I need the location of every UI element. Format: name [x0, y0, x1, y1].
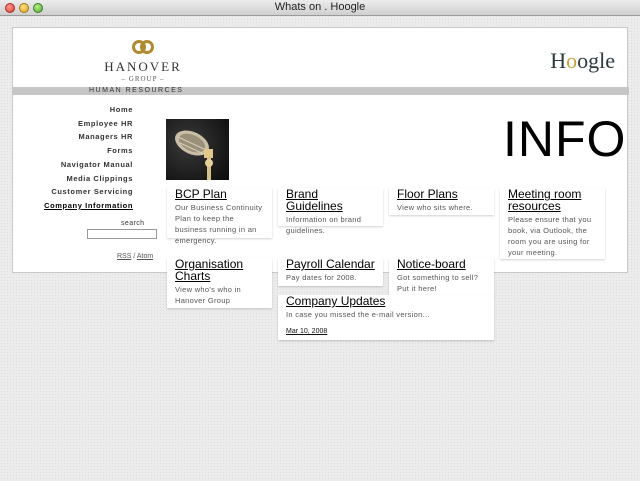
search-input[interactable]	[87, 229, 157, 239]
nav-item-company-information[interactable]: Company Information	[13, 199, 133, 213]
atom-link[interactable]: Atom	[137, 253, 153, 260]
card-notice-board[interactable]: Notice-board Got something to sell? Put …	[389, 258, 494, 297]
card-title[interactable]: Brand Guidelines	[286, 188, 375, 212]
card-meeting-room-resources[interactable]: Meeting room resources Please ensure tha…	[500, 188, 605, 259]
hanover-logo[interactable]: HANOVER – GROUP –	[98, 40, 188, 83]
card-payroll-calendar[interactable]: Payroll Calendar Pay dates for 2008.	[278, 258, 383, 286]
card-title[interactable]: Notice-board	[397, 258, 486, 270]
section-label: HUMAN RESOURCES	[89, 87, 184, 94]
feed-links: RSS / Atom	[117, 253, 153, 260]
nav-item-forms[interactable]: Forms	[13, 144, 133, 158]
rss-link[interactable]: RSS	[117, 253, 131, 260]
card-title[interactable]: Meeting room resources	[508, 188, 597, 212]
microphone-photo	[166, 119, 229, 180]
card-desc: Pay dates for 2008.	[286, 273, 357, 282]
card-title[interactable]: BCP Plan	[175, 188, 264, 200]
hoogle-logo[interactable]: Hoogle	[550, 48, 615, 74]
page-title: INFO	[503, 111, 627, 167]
sidebar-nav: Home Employee HR Managers HR Forms Navig…	[13, 103, 133, 213]
card-desc: Our Business Continuity Plan to keep the…	[175, 203, 263, 245]
card-organisation-charts[interactable]: Organisation Charts View who's who in Ha…	[167, 258, 272, 308]
card-floor-plans[interactable]: Floor Plans View who sits where.	[389, 188, 494, 215]
search-label: search	[121, 220, 145, 227]
nav-item-media-clippings[interactable]: Media Clippings	[13, 172, 133, 186]
nav-item-managers-hr[interactable]: Managers HR	[13, 130, 133, 144]
brand-name: HANOVER	[104, 59, 182, 74]
nav-item-home[interactable]: Home	[13, 103, 133, 117]
card-brand-guidelines[interactable]: Brand Guidelines Information on brand gu…	[278, 188, 383, 235]
card-desc: Information on brand guidelines.	[286, 215, 362, 235]
card-desc: In case you missed the e-mail version...	[286, 310, 430, 319]
card-title[interactable]: Organisation Charts	[175, 258, 264, 282]
window-title-bar: Whats on . Hoogle	[0, 0, 640, 16]
nav-item-navigator-manual[interactable]: Navigator Manual	[13, 158, 133, 172]
nav-item-employee-hr[interactable]: Employee HR	[13, 117, 133, 131]
card-desc: View who's who in Hanover Group	[175, 285, 242, 305]
card-desc: Please ensure that you book, via Outlook…	[508, 215, 592, 257]
card-title[interactable]: Floor Plans	[397, 188, 486, 200]
card-company-updates[interactable]: Company Updates In case you missed the e…	[278, 295, 494, 340]
card-bcp-plan[interactable]: BCP Plan Our Business Continuity Plan to…	[167, 188, 272, 245]
card-desc: Got something to sell? Put it here!	[397, 273, 479, 293]
rings-icon	[128, 40, 158, 56]
nav-item-customer-servicing[interactable]: Customer Servicing	[13, 185, 133, 199]
card-date-link[interactable]: Mar 10, 2008	[286, 328, 486, 335]
card-title[interactable]: Company Updates	[286, 295, 486, 307]
brand-sub: – GROUP –	[121, 75, 165, 83]
card-desc: View who sits where.	[397, 203, 473, 212]
window-title: Whats on . Hoogle	[274, 1, 366, 13]
card-title[interactable]: Payroll Calendar	[286, 258, 375, 270]
